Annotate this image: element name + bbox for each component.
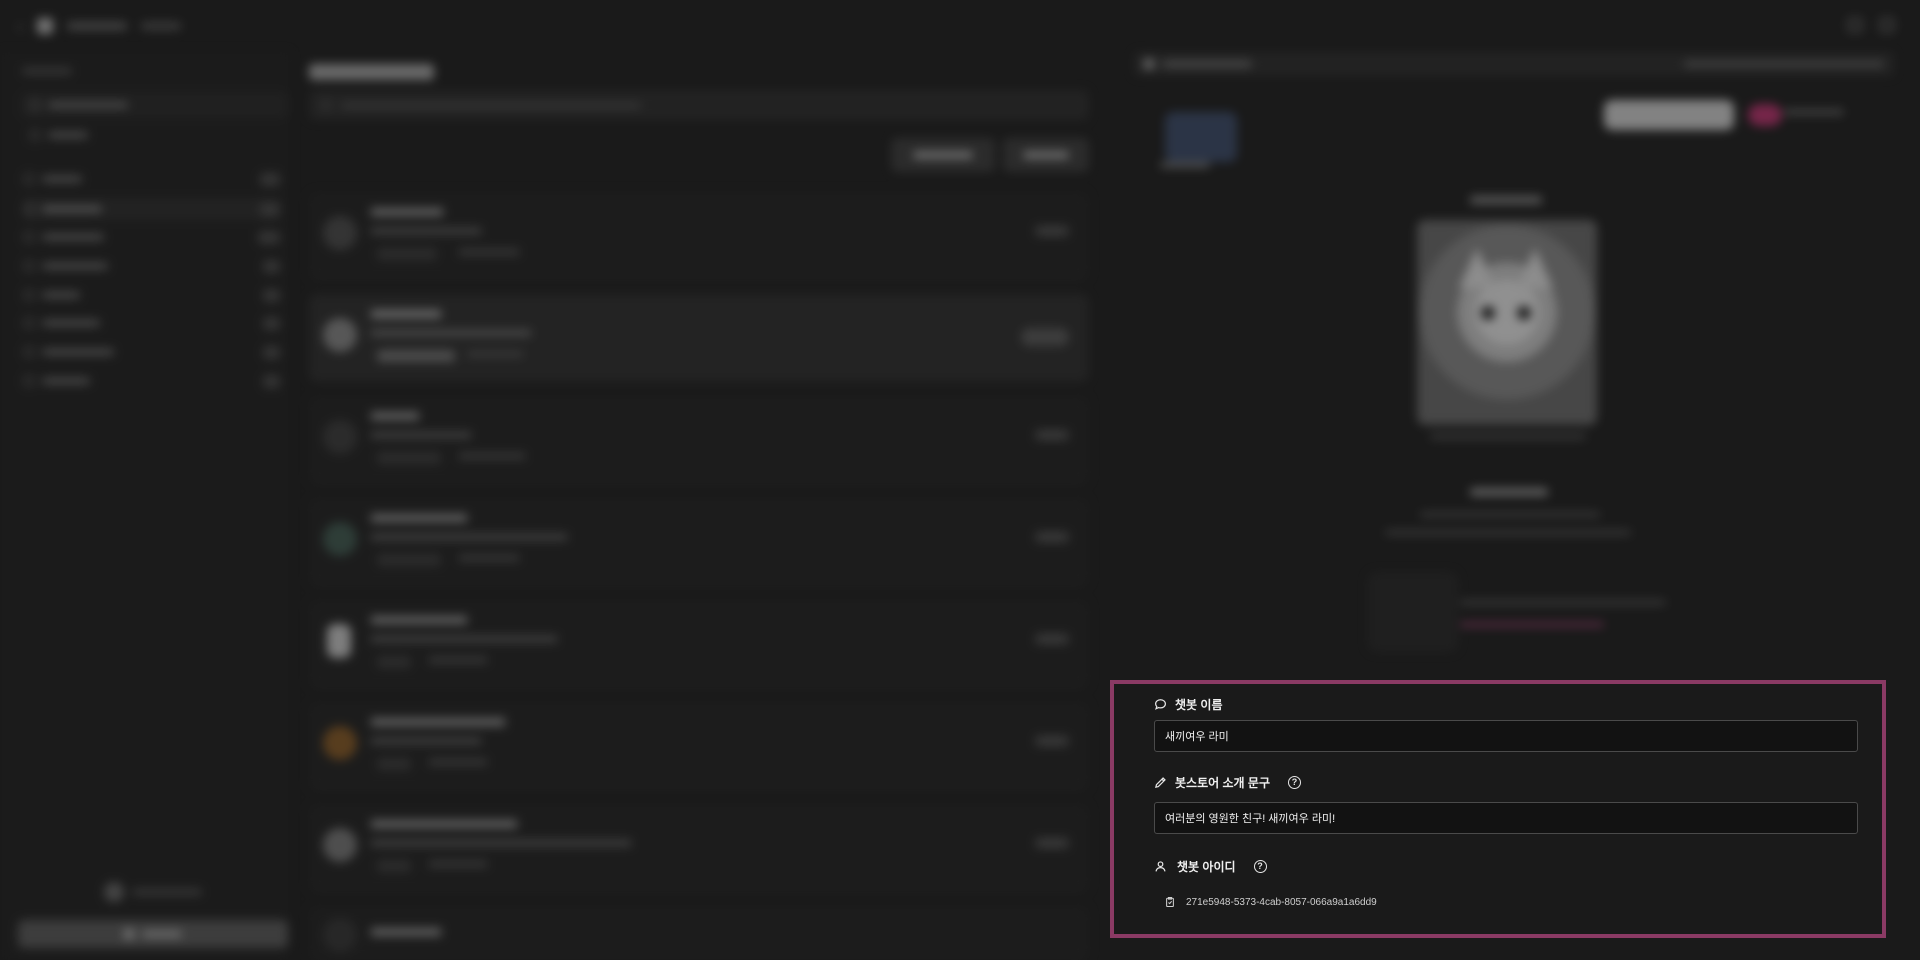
- detail-sub-label: [1160, 162, 1210, 168]
- sidebar-user: [18, 878, 288, 906]
- window-close-icon: [1880, 18, 1894, 32]
- sidebar-item: [24, 312, 280, 334]
- store-intro-label-text: 봇스토어 소개 문구: [1175, 776, 1270, 790]
- section-title: [1470, 488, 1548, 496]
- bot-card: [309, 294, 1089, 382]
- chatbot-id-label: 챗봇 아이디 ?: [1154, 858, 1267, 875]
- upload-link: [1460, 622, 1604, 627]
- toggle-label: [1784, 109, 1844, 115]
- chatbot-name-input[interactable]: [1154, 720, 1858, 752]
- action-button: [891, 138, 995, 172]
- bot-card: [309, 498, 1089, 586]
- window-control-icon: [1848, 18, 1862, 32]
- store-intro-label: 봇스토어 소개 문구 ?: [1154, 774, 1301, 791]
- action-button: [1003, 138, 1089, 172]
- workspace-placeholder: [140, 22, 181, 30]
- sidebar: [0, 52, 290, 960]
- chatbot-info-form: 챗봇 이름 봇스토어 소개 문구 ? 챗봇 아이디 ? 271e5948-537…: [1110, 680, 1886, 938]
- sidebar-item: [24, 255, 280, 277]
- fox-ear-left: [1459, 248, 1495, 288]
- chatbot-name-label-text: 챗봇 이름: [1175, 698, 1223, 712]
- bot-card: [309, 906, 1089, 960]
- panel-title-placeholder: [309, 64, 434, 80]
- sidebar-item: [24, 226, 280, 248]
- sidebar-item: [24, 168, 280, 190]
- section-text: [1385, 530, 1631, 535]
- upload-text: [1460, 600, 1666, 605]
- sidebar-footer-button: [18, 920, 288, 948]
- app-logo-icon: [36, 18, 53, 34]
- pencil-icon: [1155, 777, 1166, 788]
- question-circle-icon[interactable]: ?: [1288, 776, 1301, 789]
- bot-card: [309, 600, 1089, 688]
- sidebar-item: [24, 341, 280, 363]
- profile-image: [1417, 220, 1597, 425]
- upload-area: [1368, 572, 1458, 652]
- fox-eye-right: [1517, 306, 1531, 320]
- section-text: [1420, 512, 1600, 517]
- detail-toggle: [1748, 104, 1782, 126]
- chatbot-id-value: 271e5948-5373-4cab-8057-066a9a1a6dd9: [1186, 896, 1377, 908]
- detail-action-button: [1604, 100, 1734, 130]
- copy-icon[interactable]: [1164, 896, 1176, 908]
- question-circle-icon[interactable]: ?: [1253, 860, 1267, 873]
- fox-ear-right: [1517, 248, 1553, 288]
- sidebar-item: [24, 284, 280, 306]
- bot-card: [309, 396, 1089, 484]
- store-intro-input[interactable]: [1154, 802, 1858, 834]
- bot-card: [309, 702, 1089, 790]
- sidebar-item: [24, 198, 280, 220]
- sidebar-import-button: [20, 122, 288, 148]
- bot-card: [309, 804, 1089, 892]
- chatbot-id-row: 271e5948-5373-4cab-8057-066a9a1a6dd9: [1164, 896, 1377, 908]
- profile-image-title: [1470, 196, 1542, 204]
- app-name-placeholder: [66, 22, 127, 30]
- profile-image-caption: [1430, 434, 1586, 439]
- top-bar: ‹: [0, 0, 1920, 52]
- sidebar-item: [24, 370, 280, 392]
- bot-card: [309, 192, 1089, 280]
- search-bar: [309, 90, 1089, 120]
- chatbot-name-label: 챗봇 이름: [1154, 696, 1223, 713]
- chatbot-id-label-text: 챗봇 아이디: [1177, 860, 1236, 874]
- back-chevron-icon: ‹: [18, 18, 23, 34]
- chat-bubble-icon: [1155, 699, 1166, 710]
- fox-eye-left: [1481, 306, 1495, 320]
- user-icon: [1155, 861, 1166, 872]
- chatbot-list-panel: [305, 52, 1090, 960]
- sidebar-create-button: [20, 92, 288, 118]
- sidebar-section-label: [22, 68, 72, 74]
- detail-header: [1134, 52, 1894, 76]
- bot-thumbnail: [1165, 112, 1237, 162]
